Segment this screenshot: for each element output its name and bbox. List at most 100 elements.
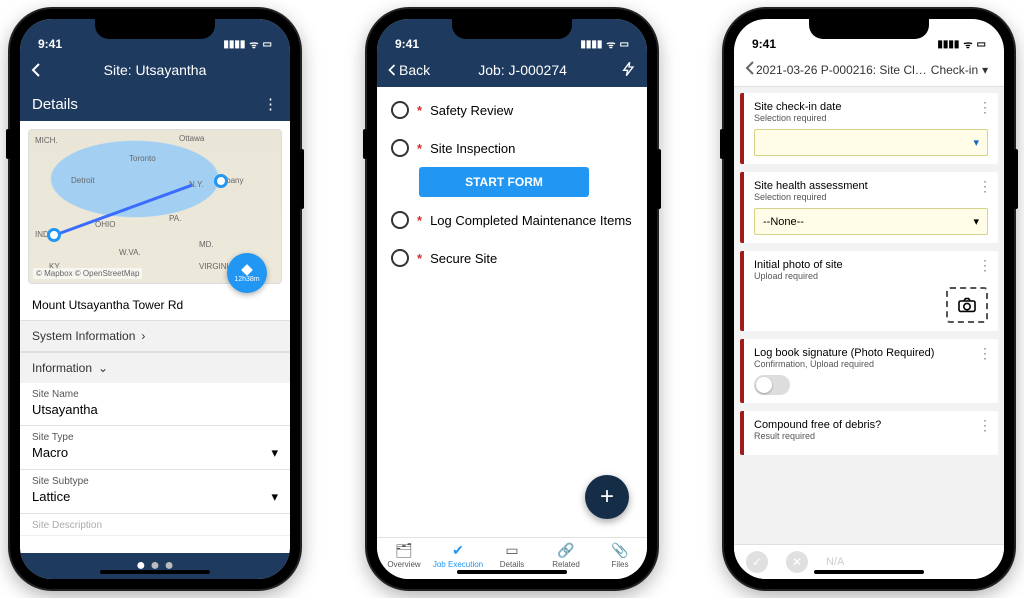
radio-icon[interactable]: [391, 139, 409, 157]
camera-upload-button[interactable]: [946, 287, 988, 323]
system-info-expander[interactable]: System Information ›: [20, 320, 290, 352]
caret-down-icon[interactable]: ▾: [982, 63, 988, 77]
caret-down-icon: ▾: [973, 136, 979, 149]
status-icons: ▮▮▮▮ ᯤ ▭: [580, 37, 629, 51]
confirmation-toggle[interactable]: [754, 375, 790, 395]
site-map[interactable]: MICH. Ottawa Toronto Detroit N.Y. Albany…: [28, 129, 282, 284]
battery-icon: ▭: [977, 39, 986, 50]
back-button[interactable]: [744, 60, 756, 79]
chevron-left-icon: [30, 62, 42, 78]
kebab-menu-icon[interactable]: ⋮: [978, 345, 992, 362]
signal-icon: ▮▮▮▮: [223, 39, 245, 50]
wifi-icon: ᯤ: [249, 37, 258, 51]
nav-bar: Site: Utsayantha: [20, 53, 290, 87]
signal-icon: ▮▮▮▮: [580, 39, 602, 50]
map-pin-origin[interactable]: [47, 228, 61, 242]
nav-title: Site: Utsayantha: [52, 62, 258, 78]
result-fail-button[interactable]: ✕: [786, 551, 808, 573]
kebab-menu-icon[interactable]: ⋮: [978, 178, 992, 195]
job-tasks: * Safety Review * Site Inspection START …: [377, 87, 647, 537]
breadcrumb-step[interactable]: Check-in: [931, 63, 978, 77]
date-select[interactable]: ▾: [754, 129, 988, 156]
clipboard-icon: ▭: [485, 542, 539, 559]
status-icons: ▮▮▮▮ ᯤ ▭: [937, 37, 986, 51]
radio-icon[interactable]: [391, 249, 409, 267]
screen: 9:41 ▮▮▮▮ ᯤ ▭ 2021-03-26 P-000216: Site Cl…: [734, 19, 1004, 579]
briefcase-icon: 🗂: [377, 542, 431, 559]
task-row[interactable]: * Safety Review: [377, 91, 647, 129]
caret-down-icon: ▾: [973, 215, 979, 228]
battery-icon: ▭: [263, 39, 272, 50]
kebab-menu-icon[interactable]: ⋮: [263, 95, 278, 113]
back-button[interactable]: Back: [387, 62, 430, 78]
battery-icon: ▭: [620, 39, 629, 50]
task-row[interactable]: * Secure Site: [377, 239, 647, 277]
map-pin-destination[interactable]: [214, 174, 228, 188]
chevron-left-icon: [744, 60, 756, 76]
map-attribution: © Mapbox © OpenStreetMap: [33, 268, 142, 279]
link-icon: 🔗: [539, 542, 593, 559]
phone-job-execution: 9:41 ▮▮▮▮ ᯤ ▭ Back Job: J-000274: [367, 9, 657, 589]
screen: 9:41 ▮▮▮▮ ᯤ ▭ Site: Utsayantha Details ⋮: [20, 19, 290, 579]
kebab-menu-icon[interactable]: ⋮: [978, 99, 992, 116]
details-content: MICH. Ottawa Toronto Detroit N.Y. Albany…: [20, 121, 290, 553]
nav-title: Job: J-000274: [430, 62, 615, 78]
lightning-icon[interactable]: [615, 61, 637, 80]
phone-site-details: 9:41 ▮▮▮▮ ᯤ ▭ Site: Utsayantha Details ⋮: [10, 9, 300, 589]
caret-down-icon: ▾: [271, 489, 278, 505]
card-log-book-signature: ⋮ Log book signature (Photo Required) Co…: [740, 339, 998, 403]
kebab-menu-icon[interactable]: ⋮: [978, 257, 992, 274]
chevron-right-icon: ›: [141, 329, 145, 343]
task-row[interactable]: * Log Completed Maintenance Items: [377, 201, 647, 239]
information-expander[interactable]: Information ⌄: [20, 352, 290, 383]
radio-icon[interactable]: [391, 101, 409, 119]
field-site-description: Site Description: [20, 514, 290, 536]
nav-bar: Back Job: J-000274: [377, 53, 647, 87]
directions-icon: [240, 263, 254, 277]
check-circle-icon: ✔: [431, 542, 485, 559]
health-select[interactable]: --None-- ▾: [754, 208, 988, 235]
screen: 9:41 ▮▮▮▮ ᯤ ▭ Back Job: J-000274: [377, 19, 647, 579]
page-indicator: ● ● ●: [20, 553, 290, 579]
status-icons: ▮▮▮▮ ᯤ ▭: [223, 37, 272, 51]
paperclip-icon: 📎: [593, 542, 647, 559]
result-na-button[interactable]: N/A: [826, 556, 844, 568]
tab-files[interactable]: 📎Files: [593, 542, 647, 569]
field-site-type[interactable]: Site Type Macro▾: [20, 426, 290, 470]
kebab-menu-icon[interactable]: ⋮: [978, 417, 992, 434]
radio-icon[interactable]: [391, 211, 409, 229]
status-time: 9:41: [752, 37, 776, 51]
directions-button[interactable]: 12h38m: [227, 253, 267, 293]
field-site-subtype[interactable]: Site Subtype Lattice▾: [20, 470, 290, 514]
camera-icon: [957, 297, 977, 313]
add-fab[interactable]: +: [585, 475, 629, 519]
signal-icon: ▮▮▮▮: [937, 39, 959, 50]
breadcrumb-main[interactable]: 2021-03-26 P-000216: Site Cl…: [756, 63, 927, 77]
phone-checkin-form: 9:41 ▮▮▮▮ ᯤ ▭ 2021-03-26 P-000216: Site Cl…: [724, 9, 1014, 589]
result-pass-button[interactable]: ✓: [746, 551, 768, 573]
section-header: Details ⋮: [20, 87, 290, 121]
form-content: ⋮ Site check-in date Selection required …: [734, 87, 1004, 579]
tab-overview[interactable]: 🗂Overview: [377, 542, 431, 569]
tab-details[interactable]: ▭Details: [485, 542, 539, 569]
card-debris: ⋮ Compound free of debris? Result requir…: [740, 411, 998, 455]
chevron-down-icon: ⌄: [98, 361, 108, 375]
field-site-name: Site Name Utsayantha: [20, 383, 290, 426]
site-address: Mount Utsayantha Tower Rd: [32, 298, 278, 312]
wifi-icon: ᯤ: [963, 37, 972, 51]
back-button[interactable]: [30, 62, 52, 78]
card-initial-photo: ⋮ Initial photo of site Upload required: [740, 251, 998, 331]
card-health-assessment: ⋮ Site health assessment Selection requi…: [740, 172, 998, 243]
plus-icon: +: [600, 483, 614, 511]
status-time: 9:41: [395, 37, 419, 51]
card-checkin-date: ⋮ Site check-in date Selection required …: [740, 93, 998, 164]
task-row[interactable]: * Site Inspection: [377, 129, 647, 167]
tab-job-execution[interactable]: ✔Job Execution: [431, 542, 485, 569]
caret-down-icon: ▾: [271, 445, 278, 461]
breadcrumb-bar: 2021-03-26 P-000216: Site Cl… Check-in ▾: [734, 53, 1004, 87]
wifi-icon: ᯤ: [606, 37, 615, 51]
section-title: Details: [32, 96, 78, 113]
tab-related[interactable]: 🔗Related: [539, 542, 593, 569]
chevron-left-icon: [387, 63, 397, 77]
start-form-button[interactable]: START FORM: [419, 167, 589, 197]
